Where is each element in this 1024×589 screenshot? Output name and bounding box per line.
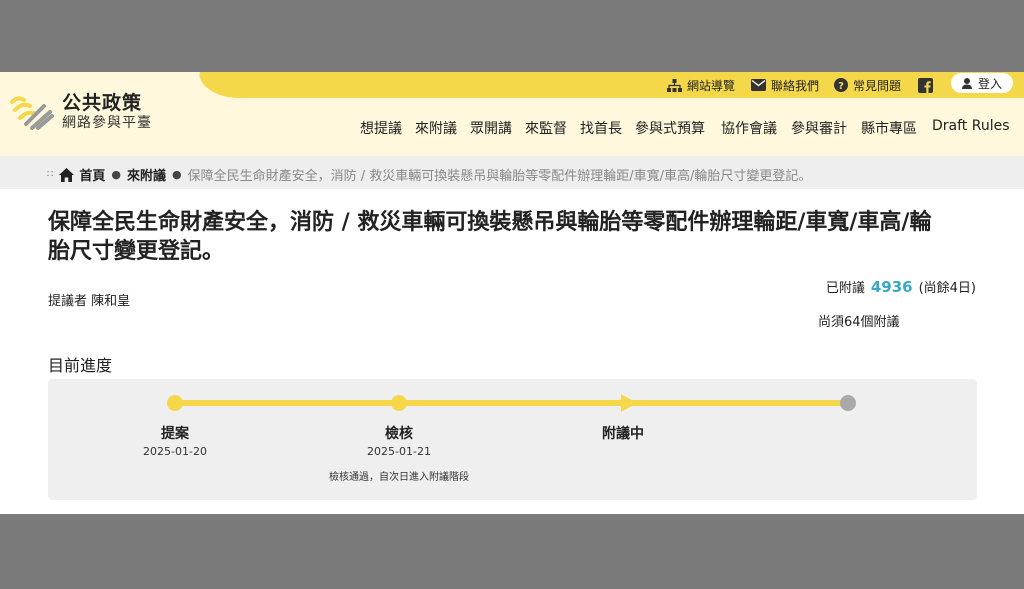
user-icon bbox=[961, 77, 972, 89]
sitemap-label: 網站導覽 bbox=[687, 78, 736, 93]
breadcrumb-section[interactable]: 來附議 bbox=[127, 165, 166, 184]
nav-item-budget[interactable]: 參與式預算 bbox=[635, 118, 705, 138]
login-label: 登入 bbox=[977, 76, 1002, 91]
faq-label: 常見問題 bbox=[853, 78, 902, 93]
nav-item-collab[interactable]: 協作會議 bbox=[721, 118, 777, 138]
stage-note-review: 檢核通過，自次日進入附議階段 bbox=[329, 472, 469, 483]
svg-text:?: ? bbox=[838, 81, 844, 92]
nav-item-officials[interactable]: 找首長 bbox=[580, 118, 622, 138]
sitemap-icon bbox=[667, 78, 682, 92]
nav-item-audit[interactable]: 參與審計 bbox=[791, 118, 847, 138]
site-header: 公共政策 網路參與平臺 網站導覽 聯絡我們 ? 常見問題 登入 想提議 來附議 … bbox=[0, 72, 1024, 156]
nav-item-draft-rules[interactable]: Draft Rules bbox=[932, 118, 1010, 134]
stage-date-review: 2025-01-21 bbox=[367, 445, 431, 458]
progress-title: 目前進度 bbox=[48, 356, 113, 375]
help-icon: ? bbox=[834, 78, 848, 92]
progress-arrow-icon bbox=[621, 394, 637, 412]
signed-count: 4936 bbox=[870, 278, 913, 296]
mail-icon bbox=[751, 79, 766, 91]
breadcrumb-dots-icon: ∷ bbox=[47, 169, 54, 180]
stage-dot-review bbox=[391, 395, 407, 411]
nav-item-endorse[interactable]: 來附議 bbox=[415, 118, 457, 138]
breadcrumb-current: 保障全民生命財產安全，消防 / 救災車輛可換裝懸吊與輪胎等零配件辦理輪距/車寬/… bbox=[187, 169, 812, 184]
proposal-title: 保障全民生命財產安全，消防 / 救災車輛可換裝懸吊與輪胎等零配件辦理輪距/車寬/… bbox=[48, 210, 932, 264]
nav-item-propose[interactable]: 想提議 bbox=[360, 118, 402, 138]
stage-label-review: 檢核 bbox=[385, 426, 413, 442]
days-left: (尚餘4日) bbox=[918, 281, 976, 296]
breadcrumb: ∷ 首頁 ● 來附議 ● 保障全民生命財產安全，消防 / 救災車輛可換裝懸吊與輪… bbox=[47, 165, 811, 184]
breadcrumb-home[interactable]: 首頁 bbox=[79, 165, 105, 184]
contact-label: 聯絡我們 bbox=[771, 78, 820, 93]
main-nav: 想提議 來附議 眾開講 來監督 找首長 參與式預算 協作會議 參與審計 縣市專區… bbox=[0, 118, 1024, 142]
proposer: 提議者 陳和皇 bbox=[48, 290, 130, 309]
stage-label-endorsing: 附議中 bbox=[602, 426, 644, 442]
proposer-name: 陳和皇 bbox=[91, 294, 131, 309]
page: 公共政策 網路參與平臺 網站導覽 聯絡我們 ? 常見問題 登入 想提議 來附議 … bbox=[0, 72, 1024, 514]
home-icon bbox=[59, 167, 75, 182]
breadcrumb-separator: ● bbox=[172, 168, 182, 181]
proposer-label: 提議者 bbox=[48, 294, 88, 309]
stage-dot-final bbox=[840, 395, 856, 411]
signature-status: 已附議 4936 (尚餘4日) bbox=[826, 277, 976, 296]
progress-track bbox=[175, 400, 848, 406]
nav-item-discuss[interactable]: 眾開講 bbox=[470, 118, 512, 138]
faq-link[interactable]: ? 常見問題 bbox=[834, 74, 901, 96]
login-button[interactable]: 登入 bbox=[951, 73, 1013, 93]
stage-label-proposal: 提案 bbox=[161, 426, 189, 442]
sitemap-link[interactable]: 網站導覽 bbox=[667, 74, 735, 96]
breadcrumb-bar: ∷ 首頁 ● 來附議 ● 保障全民生命財產安全，消防 / 救災車輛可換裝懸吊與輪… bbox=[0, 156, 1024, 189]
breadcrumb-separator: ● bbox=[111, 168, 121, 181]
signatures-needed: 尚須64個附議 bbox=[818, 315, 900, 330]
nav-item-monitor[interactable]: 來監督 bbox=[525, 118, 567, 138]
facebook-link[interactable] bbox=[918, 74, 938, 96]
contact-link[interactable]: 聯絡我們 bbox=[751, 74, 819, 96]
stage-date-proposal: 2025-01-20 bbox=[143, 445, 207, 458]
progress-panel: 提案 2025-01-20 檢核 2025-01-21 檢核通過，自次日進入附議… bbox=[48, 379, 977, 500]
nav-item-county[interactable]: 縣市專區 bbox=[861, 118, 917, 138]
logo-title: 公共政策 bbox=[62, 92, 143, 114]
signed-label: 已附議 bbox=[825, 281, 865, 296]
facebook-icon bbox=[918, 77, 933, 93]
stage-dot-proposal bbox=[167, 395, 183, 411]
